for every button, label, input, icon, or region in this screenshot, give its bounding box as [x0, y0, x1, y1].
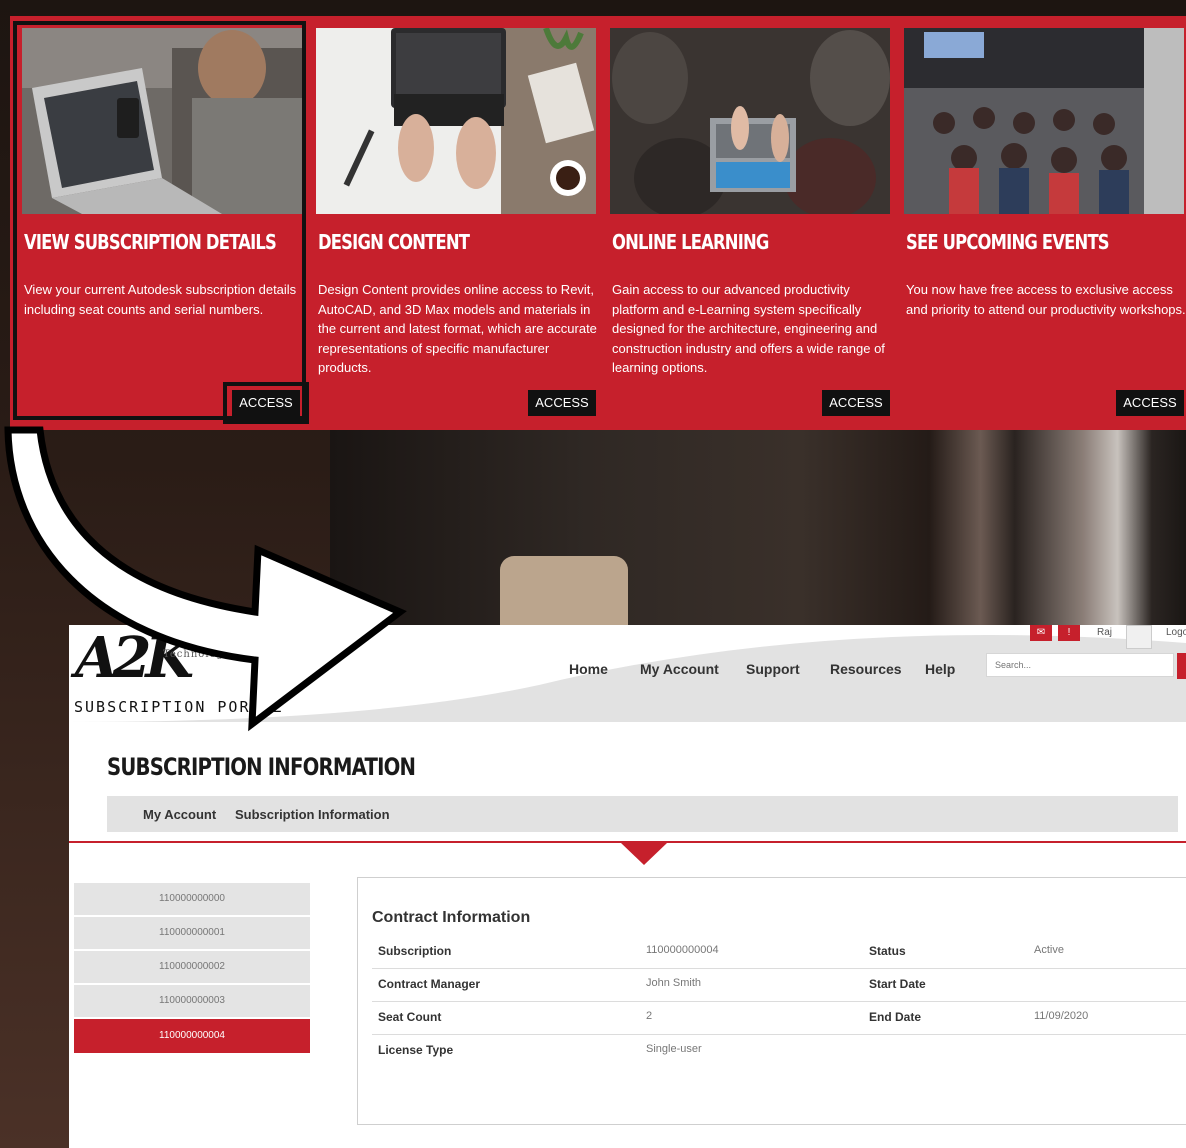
curved-arrow-icon [4, 426, 407, 732]
